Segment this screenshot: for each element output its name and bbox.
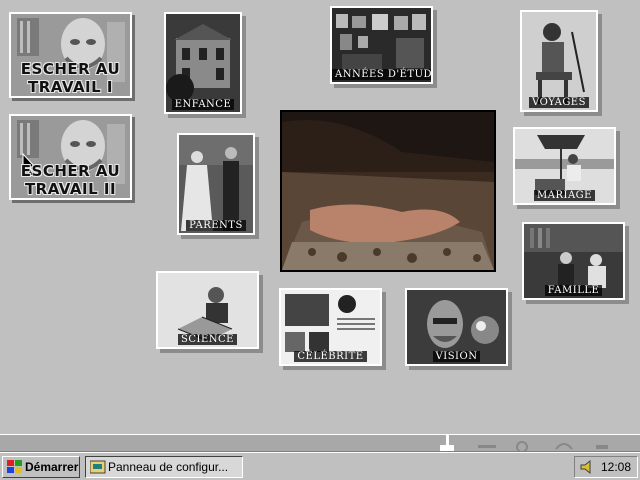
tile-caption: FAMILLE xyxy=(544,285,603,296)
escher-au-travail-1-button[interactable]: ESCHER AU TRAVAIL I xyxy=(9,12,132,98)
tile-parents[interactable]: PARENTS xyxy=(177,133,255,235)
clock: 12:08 xyxy=(600,460,631,474)
control-panel-icon xyxy=(90,460,106,474)
tile-caption: ENFANCE xyxy=(171,99,235,110)
start-label: Démarrer xyxy=(25,460,79,474)
big-button-line2: TRAVAIL II xyxy=(24,180,117,198)
control-bar-glyphs-icon xyxy=(440,435,608,451)
tile-caption: PARENTS xyxy=(186,220,246,231)
tile-caption: SCIENCE xyxy=(178,334,237,345)
tile-science[interactable]: SCIENCE xyxy=(156,271,259,349)
parents-photo-icon xyxy=(179,135,253,233)
tile-caption: VISION xyxy=(432,351,481,362)
big-button-line1: ESCHER AU xyxy=(20,60,121,78)
house-photo-icon xyxy=(166,14,240,112)
escher-au-travail-2-button[interactable]: ESCHER AU TRAVAIL II xyxy=(9,114,132,200)
tile-voyages[interactable]: VOYAGES xyxy=(520,10,598,112)
task-label: Panneau de configur... xyxy=(108,460,229,474)
big-button-line2: TRAVAIL I xyxy=(27,78,113,96)
system-tray: 12:08 xyxy=(574,456,638,478)
tile-vision[interactable]: VISION xyxy=(405,288,508,366)
tile-caption: CÉLÉBRITÉ xyxy=(294,351,367,362)
video-control-bar xyxy=(0,434,640,452)
traveler-photo-icon xyxy=(522,12,596,110)
tile-celebrite[interactable]: CÉLÉBRITÉ xyxy=(279,288,382,366)
tile-mariage[interactable]: MARIAGE xyxy=(513,127,616,205)
taskbar-item-control-panel[interactable]: Panneau de configur... xyxy=(85,456,243,478)
video-frame-icon xyxy=(282,112,494,270)
tile-enfance[interactable]: ENFANCE xyxy=(164,12,242,114)
tile-caption: MARIAGE xyxy=(534,190,595,201)
tile-caption: VOYAGES xyxy=(529,97,589,108)
taskbar: Démarrer Panneau de configur... 12:08 xyxy=(0,452,640,480)
speaker-icon[interactable] xyxy=(580,460,594,474)
start-button[interactable]: Démarrer xyxy=(2,456,80,478)
video-player[interactable] xyxy=(280,110,496,272)
tile-famille[interactable]: FAMILLE xyxy=(522,222,625,300)
tile-annees-detudes[interactable]: ANNÉES D'ÉTUDES xyxy=(330,6,433,84)
windows-logo-icon xyxy=(7,460,22,473)
big-button-line1: ESCHER AU xyxy=(20,162,121,180)
tile-caption: ANNÉES D'ÉTUDES xyxy=(332,69,431,80)
